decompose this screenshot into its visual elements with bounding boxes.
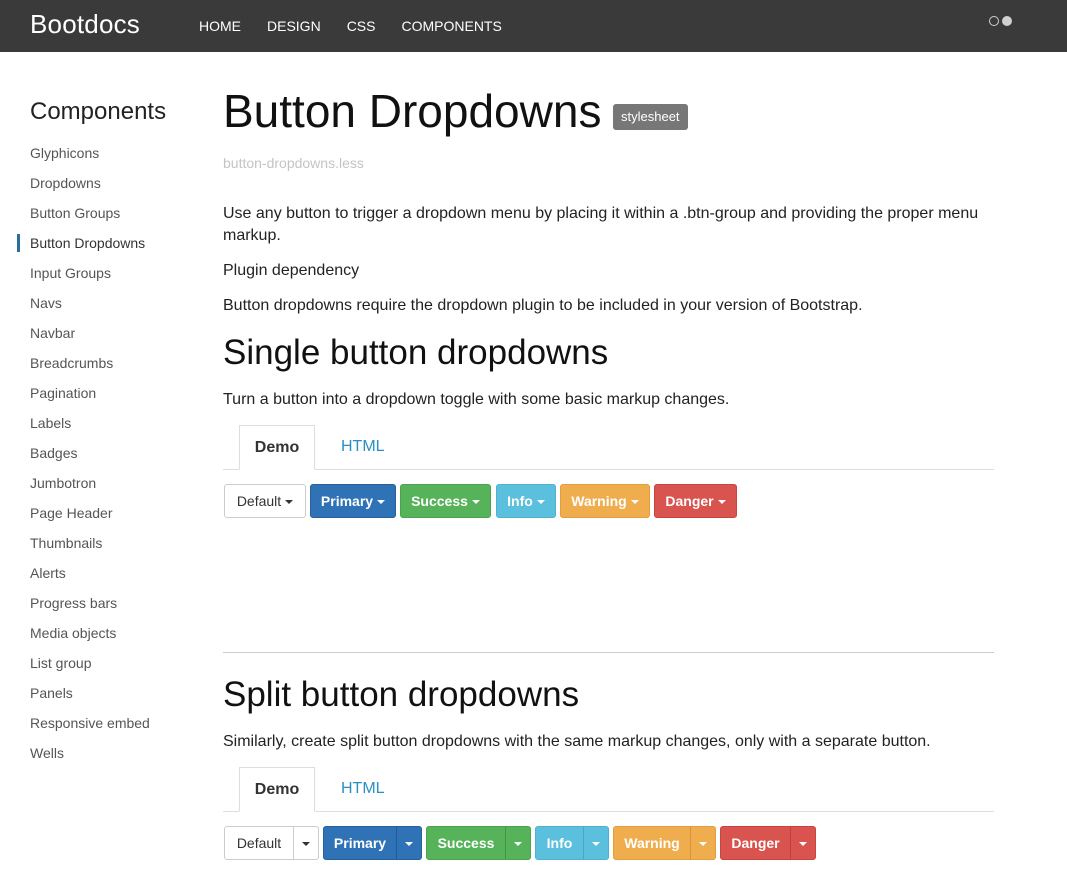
sidebar-item-button-dropdowns[interactable]: Button Dropdowns [0, 228, 200, 258]
caret-down-icon [285, 500, 294, 505]
sidebar-item-list-group[interactable]: List group [0, 648, 200, 678]
primary-split-toggle[interactable] [396, 826, 422, 860]
sidebar-item-wells[interactable]: Wells [0, 738, 200, 768]
theme-dark-icon[interactable] [1002, 16, 1012, 26]
theme-switcher [989, 16, 1012, 26]
caret-down-icon [302, 842, 310, 847]
success-split-toggle[interactable] [505, 826, 531, 860]
sidebar-item-page-header[interactable]: Page Header [0, 498, 200, 528]
danger-dropdown-button[interactable]: Danger [654, 484, 737, 518]
sidebar-item-glyphicons[interactable]: Glyphicons [0, 138, 200, 168]
button-label: Warning [571, 493, 627, 509]
success-split-button[interactable]: Success [426, 826, 506, 860]
sidebar-item-jumbotron[interactable]: Jumbotron [0, 468, 200, 498]
caret-down-icon [377, 500, 386, 505]
nav-home[interactable]: HOME [199, 0, 241, 52]
caret-down-icon [799, 842, 807, 847]
danger-split-button[interactable]: Danger [720, 826, 791, 860]
plugin-heading: Plugin dependency [223, 262, 360, 279]
single-text: Turn a button into a dropdown toggle wit… [223, 391, 730, 408]
caret-down-icon [699, 842, 707, 847]
caret-down-icon [471, 500, 480, 505]
theme-light-icon[interactable] [989, 16, 999, 26]
info-split-button[interactable]: Info [535, 826, 584, 860]
sidebar-item-responsive-embed[interactable]: Responsive embed [0, 708, 200, 738]
single-heading: Single button dropdowns [223, 333, 609, 372]
sidebar-item-alerts[interactable]: Alerts [0, 558, 200, 588]
tab-demo[interactable]: Demo [239, 425, 315, 470]
caret-down-icon [630, 500, 639, 505]
nav-components[interactable]: COMPONENTS [401, 0, 501, 52]
danger-split-toggle[interactable] [790, 826, 816, 860]
warning-split-toggle[interactable] [690, 826, 716, 860]
sidebar-item-pagination[interactable]: Pagination [0, 378, 200, 408]
sidebar-item-panels[interactable]: Panels [0, 678, 200, 708]
button-label: Primary [320, 493, 374, 509]
sidebar-item-badges[interactable]: Badges [0, 438, 200, 468]
top-navbar: Bootdocs HOME DESIGN CSS COMPONENTS [0, 0, 1067, 52]
page-title: Button Dropdowns [223, 85, 602, 137]
caret-down-icon [717, 500, 726, 505]
success-dropdown-button[interactable]: Success [400, 484, 491, 518]
warning-split-button[interactable]: Warning [613, 826, 691, 860]
sidebar-item-media-objects[interactable]: Media objects [0, 618, 200, 648]
button-label: Success [411, 493, 468, 509]
sidebar-item-navs[interactable]: Navs [0, 288, 200, 318]
sidebar-list: Glyphicons Dropdowns Button Groups Butto… [0, 138, 200, 768]
sidebar-item-thumbnails[interactable]: Thumbnails [0, 528, 200, 558]
sidebar-item-input-groups[interactable]: Input Groups [0, 258, 200, 288]
sidebar-item-labels[interactable]: Labels [0, 408, 200, 438]
default-dropdown-button[interactable]: Default [224, 484, 306, 518]
plugin-text: Button dropdowns require the dropdown pl… [223, 297, 863, 314]
primary-split-button[interactable]: Primary [323, 826, 397, 860]
sidebar-item-navbar[interactable]: Navbar [0, 318, 200, 348]
default-split-button[interactable]: Default [224, 826, 294, 860]
caret-down-icon [536, 500, 545, 505]
caret-down-icon [592, 842, 600, 847]
default-split-toggle[interactable] [293, 826, 319, 860]
tab-html[interactable]: HTML [341, 767, 385, 811]
warning-dropdown-button[interactable]: Warning [560, 484, 650, 518]
sidebar-item-breadcrumbs[interactable]: Breadcrumbs [0, 348, 200, 378]
brand-logo[interactable]: Bootdocs [30, 9, 140, 40]
button-label: Info [507, 493, 533, 509]
info-dropdown-button[interactable]: Info [496, 484, 556, 518]
nav-design[interactable]: DESIGN [267, 0, 321, 52]
stylesheet-badge: stylesheet [613, 104, 688, 130]
single-tabs: Demo HTML [223, 425, 994, 470]
primary-dropdown-button[interactable]: Primary [310, 484, 396, 518]
caret-down-icon [514, 842, 522, 847]
split-text: Similarly, create split button dropdowns… [223, 733, 931, 750]
less-file-link[interactable]: button-dropdowns.less [223, 155, 364, 171]
tab-demo[interactable]: Demo [239, 767, 315, 812]
sidebar-title: Components [30, 98, 167, 125]
sidebar-item-progress-bars[interactable]: Progress bars [0, 588, 200, 618]
button-label: Danger [665, 493, 714, 509]
main-nav: HOME DESIGN CSS COMPONENTS [199, 0, 528, 52]
split-tabs: Demo HTML [223, 767, 994, 812]
split-heading: Split button dropdowns [223, 675, 580, 714]
sidebar-item-dropdowns[interactable]: Dropdowns [0, 168, 200, 198]
button-label: Default [236, 493, 282, 509]
tab-html[interactable]: HTML [341, 425, 385, 469]
intro-text: Use any button to trigger a dropdown men… [223, 205, 979, 244]
caret-down-icon [405, 842, 413, 847]
sidebar-item-button-groups[interactable]: Button Groups [0, 198, 200, 228]
nav-css[interactable]: CSS [347, 0, 376, 52]
info-split-toggle[interactable] [583, 826, 609, 860]
section-divider [223, 652, 994, 653]
